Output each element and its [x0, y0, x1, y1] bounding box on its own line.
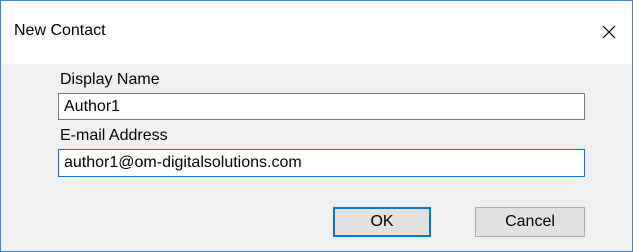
new-contact-dialog: New Contact Display Name Author1 E-mail …: [0, 0, 633, 252]
display-name-input[interactable]: Author1: [58, 93, 585, 120]
ok-button[interactable]: OK: [333, 207, 431, 237]
email-address-input[interactable]: author1@om-digitalsolutions.com: [58, 149, 585, 177]
display-name-label: Display Name: [60, 71, 160, 88]
close-icon: [602, 25, 616, 39]
close-button[interactable]: [586, 12, 632, 52]
window-title: New Contact: [14, 22, 106, 39]
email-address-label: E-mail Address: [60, 127, 168, 144]
cancel-button[interactable]: Cancel: [475, 207, 585, 237]
title-bar: New Contact: [1, 1, 632, 64]
